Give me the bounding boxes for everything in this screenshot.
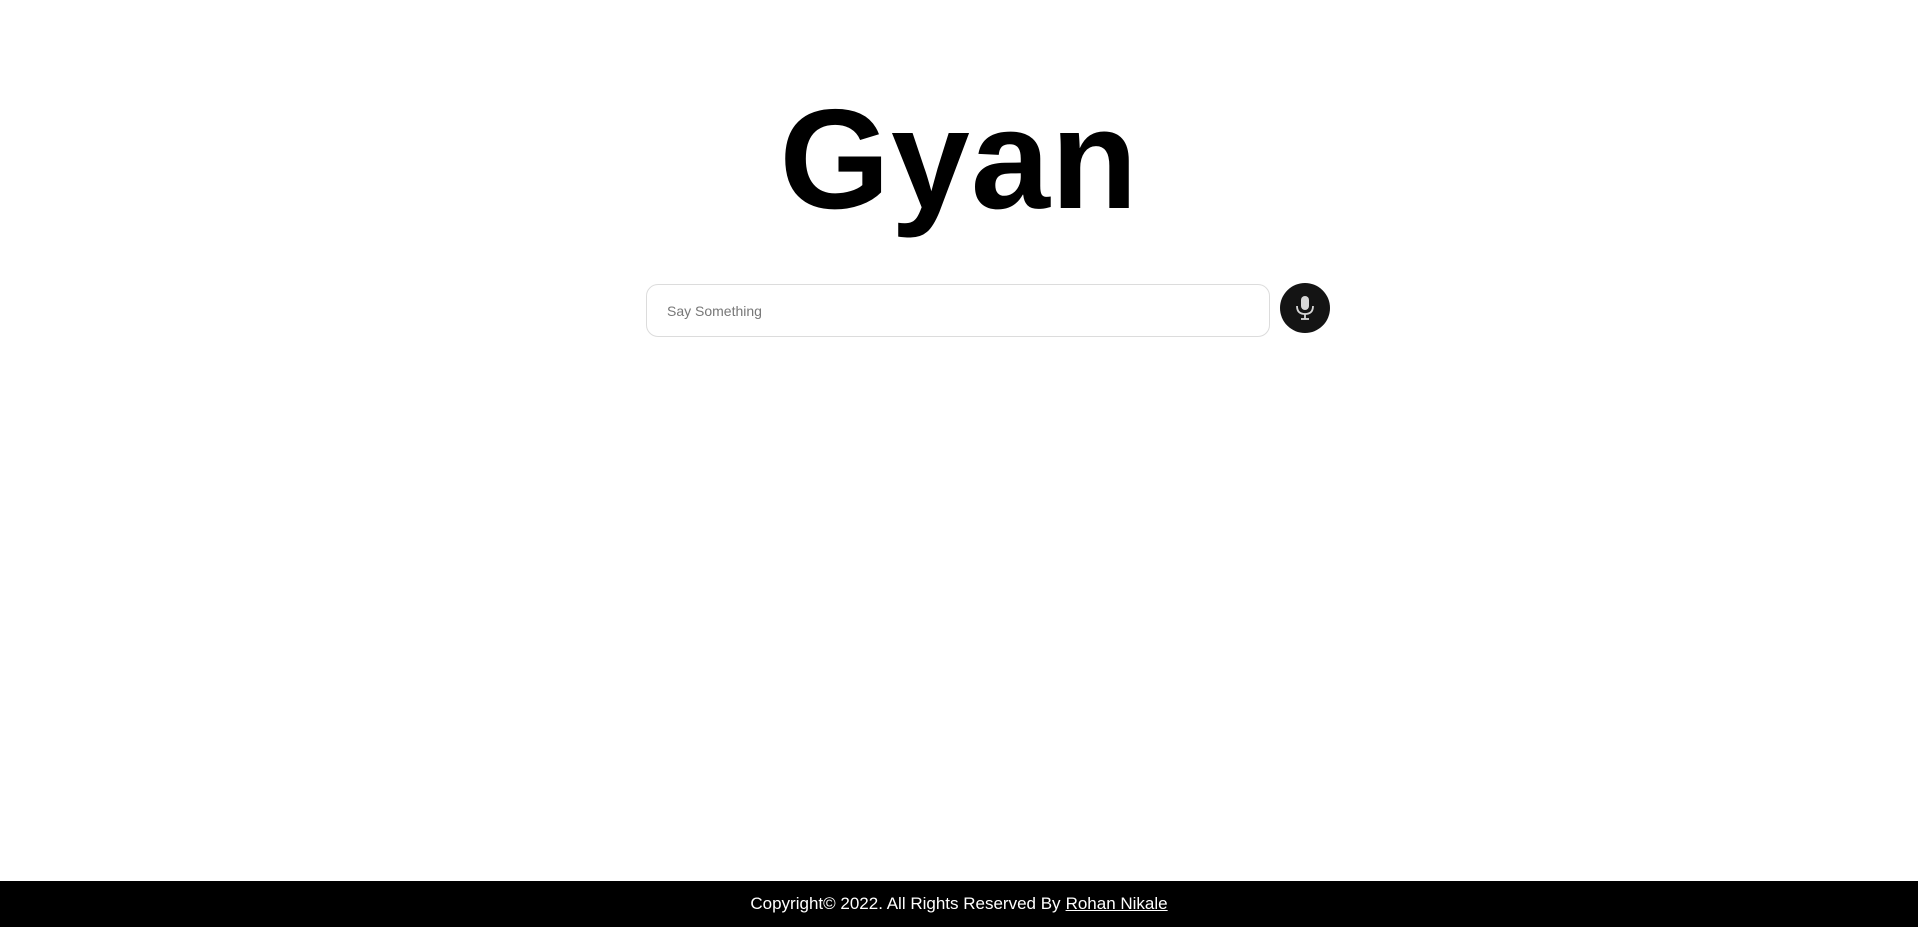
footer: Copyright© 2022. All Rights Reserved By …	[0, 881, 1918, 927]
search-bar	[646, 283, 1332, 339]
voice-search-button[interactable]	[1280, 283, 1330, 333]
author-link[interactable]: Rohan Nikale	[1066, 894, 1168, 914]
search-input[interactable]	[646, 284, 1270, 337]
page-title: Gyan	[779, 80, 1139, 239]
page: Gyan Copyright© 2022. All Rights Reserve…	[0, 0, 1918, 927]
microphone-icon	[1294, 295, 1316, 321]
copyright-text: Copyright© 2022. All Rights Reserved By	[750, 894, 1061, 913]
